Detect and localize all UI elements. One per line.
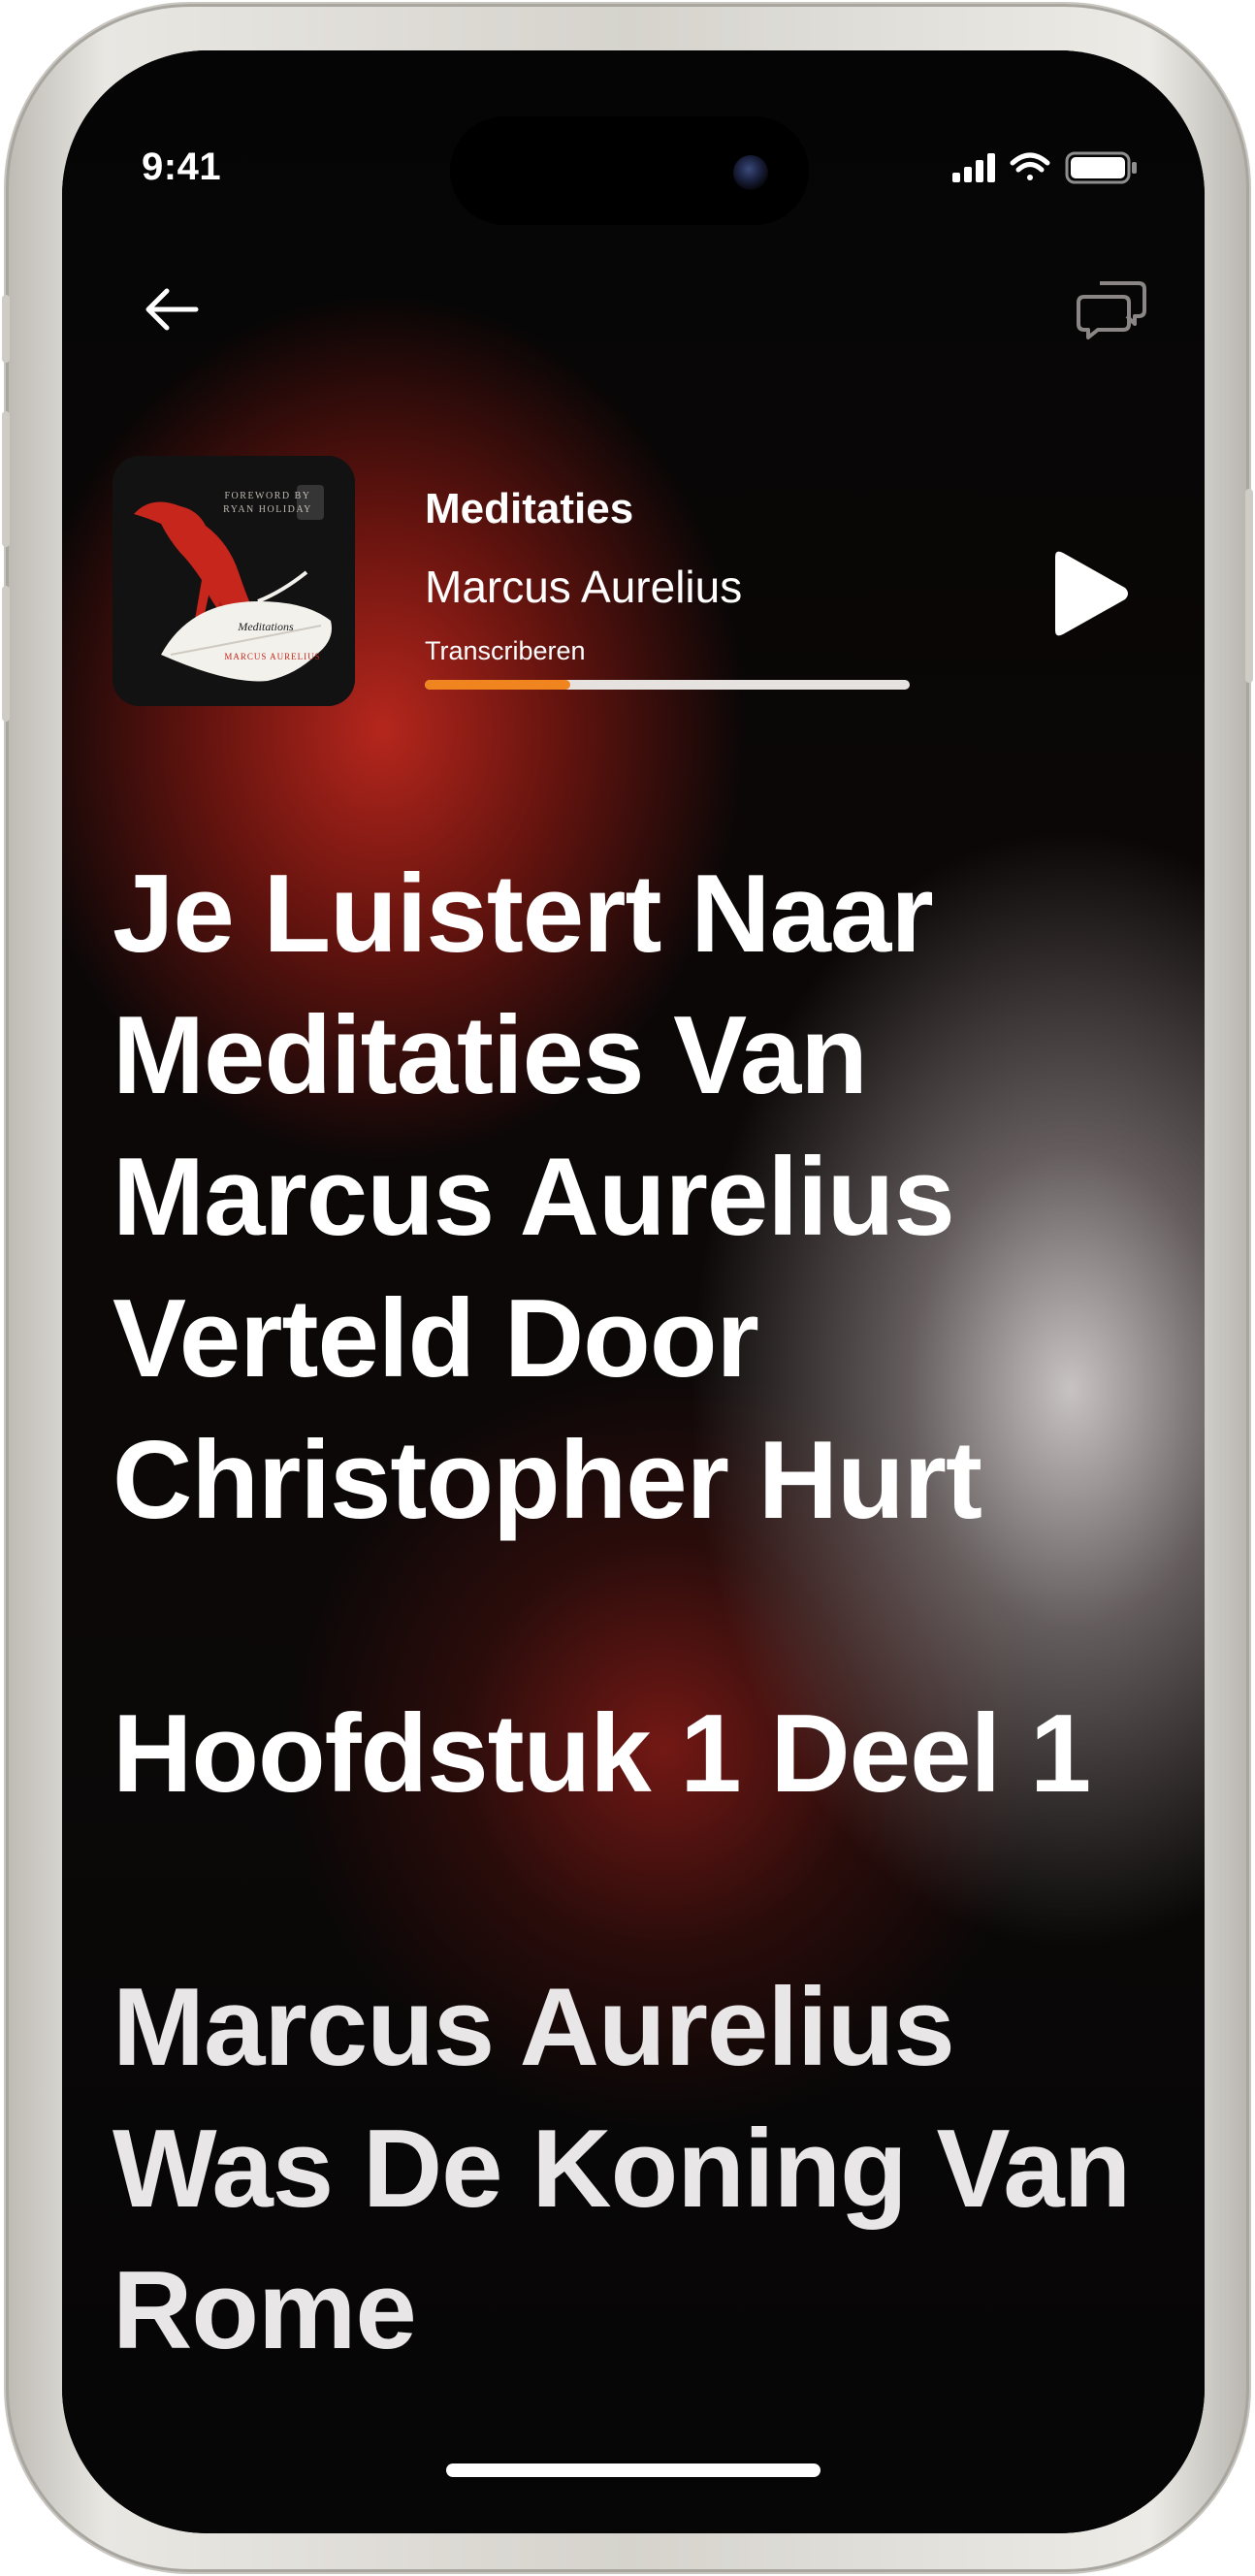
- transcript: Je Luistert Naar Meditaties Van Marcus A…: [113, 844, 1189, 2514]
- progress-fill: [425, 680, 570, 690]
- transcript-paragraph: Marcus Aurelius Was De Koning Van Rome: [113, 1966, 1131, 2372]
- cover-author: MARCUS AURELIUS: [224, 652, 320, 661]
- status-icons: [952, 151, 1137, 184]
- power-button: [1245, 489, 1253, 683]
- transcript-paragraph: Hoofdstuk 1 Deel 1: [113, 1692, 1091, 1816]
- cover-title: Meditations: [237, 620, 294, 633]
- book-title: Meditaties: [425, 485, 634, 532]
- screen: 9:41 FOREWORD BY RYAN HOLIDAY Meditation…: [62, 50, 1205, 2533]
- dynamic-island: [450, 116, 809, 225]
- volume-up-button: [2, 411, 10, 547]
- cover-art: FOREWORD BY RYAN HOLIDAY Meditations MAR…: [113, 456, 355, 706]
- transcription-progress: [425, 680, 910, 690]
- transcription-status: Transcriberen: [425, 636, 586, 665]
- volume-down-button: [2, 586, 10, 722]
- wifi-icon: [1010, 152, 1050, 180]
- home-indicator[interactable]: [446, 2463, 821, 2477]
- signal-icon: [952, 153, 995, 182]
- chat-bubbles-icon[interactable]: [1077, 272, 1150, 345]
- arrow-left-icon[interactable]: [138, 275, 206, 343]
- now-playing-card: FOREWORD BY RYAN HOLIDAY Meditations MAR…: [113, 456, 1160, 708]
- action-button: [2, 295, 10, 363]
- battery-icon: [1065, 151, 1137, 184]
- camera-icon: [733, 155, 768, 190]
- play-icon[interactable]: [1046, 547, 1133, 640]
- phone-frame: 9:41 FOREWORD BY RYAN HOLIDAY Meditation…: [2, 4, 1253, 2572]
- status-time: 9:41: [142, 145, 222, 188]
- book-author: Marcus Aurelius: [425, 562, 743, 612]
- book-cover[interactable]: FOREWORD BY RYAN HOLIDAY Meditations MAR…: [113, 456, 355, 706]
- transcript-paragraph: Je Luistert Naar Meditaties Van Marcus A…: [113, 853, 982, 1542]
